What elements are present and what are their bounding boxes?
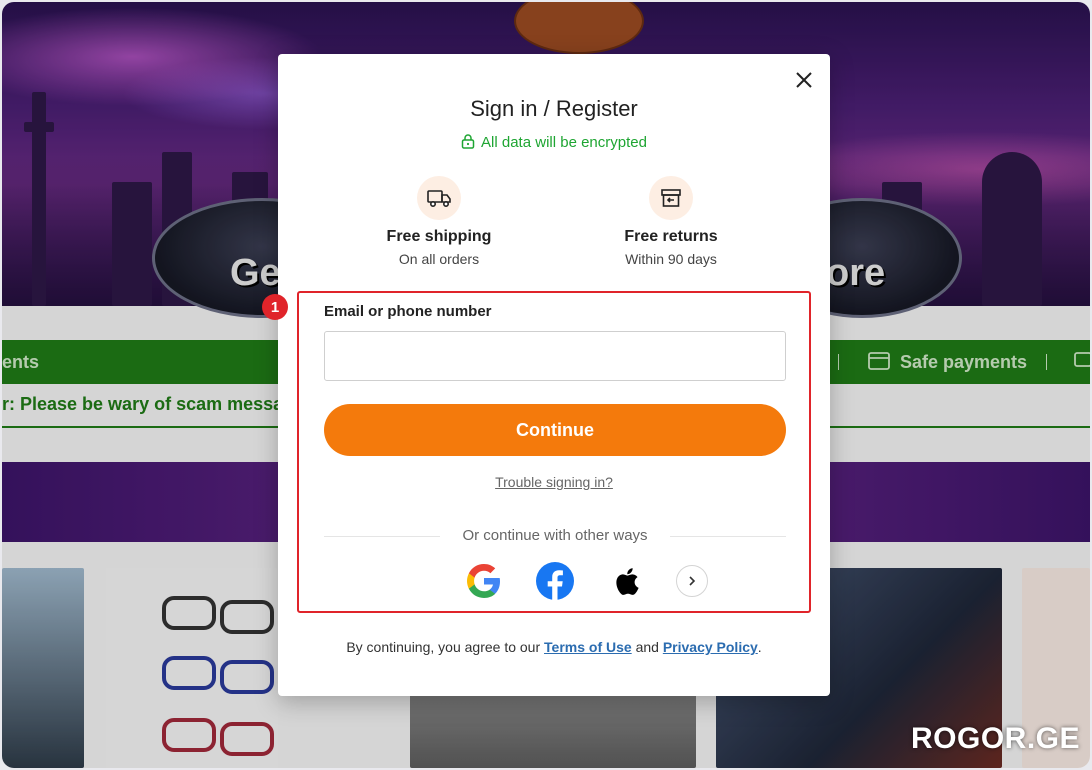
email-phone-input[interactable]	[324, 331, 786, 381]
facebook-icon	[536, 562, 574, 600]
annotation-badge: 1	[262, 294, 288, 320]
email-field-label: Email or phone number	[324, 303, 492, 320]
benefit-free-returns: Free returns Within 90 days	[561, 176, 781, 267]
encryption-text: All data will be encrypted	[481, 134, 647, 151]
benefit-title: Free shipping	[386, 228, 492, 245]
benefit-title: Free returns	[624, 228, 718, 245]
terms-middle: and	[631, 639, 663, 655]
terms-prefix: By continuing, you agree to our	[346, 639, 545, 655]
terms-of-use-link[interactable]: Terms of Use	[544, 639, 632, 655]
terms-notice: By continuing, you agree to our Terms of…	[278, 639, 830, 655]
privacy-policy-link[interactable]: Privacy Policy	[663, 639, 758, 655]
close-button[interactable]	[792, 68, 816, 92]
browser-frame: Get ore ents Safe payments r: Please be …	[2, 2, 1090, 768]
return-box-icon	[649, 176, 693, 220]
lock-icon	[461, 134, 475, 149]
terms-suffix: .	[757, 639, 762, 655]
encryption-note: All data will be encrypted	[278, 134, 830, 151]
trouble-signing-in-link[interactable]: Trouble signing in?	[278, 474, 830, 490]
more-login-options-button[interactable]	[676, 565, 708, 597]
facebook-login-button[interactable]	[535, 561, 575, 601]
benefit-subtitle: On all orders	[398, 251, 480, 267]
or-divider: Or continue with other ways	[324, 526, 786, 546]
modal-title: Sign in / Register	[470, 96, 638, 121]
close-icon	[796, 72, 812, 88]
watermark: ROGOR.GE	[910, 722, 1080, 755]
google-login-button[interactable]	[464, 561, 504, 601]
chevron-right-icon	[689, 576, 696, 586]
google-icon	[467, 564, 500, 598]
sign-in-modal: Sign in / Register All data will be encr…	[262, 54, 830, 696]
continue-button[interactable]: Continue	[324, 404, 786, 456]
benefit-subtitle: Within 90 days	[625, 251, 717, 267]
apple-icon	[616, 568, 639, 595]
truck-icon	[417, 176, 461, 220]
divider-line	[670, 536, 786, 537]
apple-login-button[interactable]	[607, 561, 647, 601]
benefit-free-shipping: Free shipping On all orders	[329, 176, 549, 267]
